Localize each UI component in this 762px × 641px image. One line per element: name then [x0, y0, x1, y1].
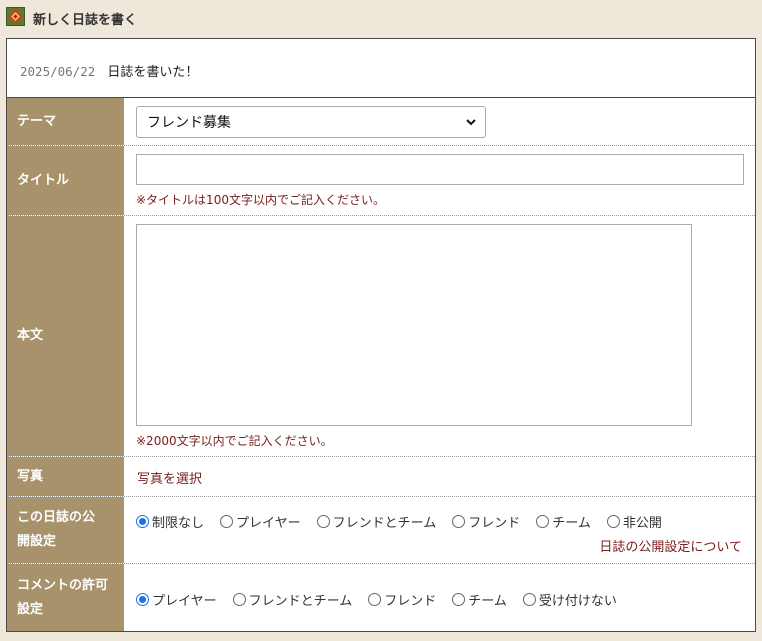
photo-label: 写真: [7, 457, 124, 496]
radio-button[interactable]: [316, 515, 330, 528]
radio-button[interactable]: [522, 593, 536, 606]
visibility-option[interactable]: フレンドとチーム: [316, 512, 436, 531]
radio-button[interactable]: [606, 515, 620, 528]
visibility-label: この日誌の公 開設定: [7, 497, 124, 563]
title-row: タイトル ※タイトルは100文字以内でご記入ください。: [7, 146, 755, 216]
visibility-option[interactable]: 非公開: [606, 512, 662, 531]
theme-select[interactable]: フレンド募集: [136, 106, 486, 138]
chevron-down-icon: [465, 116, 477, 128]
visibility-option[interactable]: プレイヤー: [220, 512, 301, 531]
title-note: ※タイトルは100文字以内でご記入ください。: [136, 193, 385, 207]
select-photo-link[interactable]: 写真を選択: [137, 468, 202, 487]
entry-message: 日誌を書いた！: [107, 65, 199, 80]
visibility-option[interactable]: 制限なし: [136, 512, 204, 531]
comment-radio-group: プレイヤー フレンドとチーム フレンド チーム 受け付けない: [136, 590, 633, 609]
comment-label-line1: コメントの許可: [17, 577, 109, 593]
comment-option[interactable]: フレンド: [368, 590, 436, 609]
theme-label: テーマ: [7, 98, 124, 145]
diamond-emblem-icon: [6, 7, 25, 26]
comment-option[interactable]: フレンドとチーム: [232, 590, 352, 609]
visibility-option[interactable]: フレンド: [452, 512, 520, 531]
body-note: ※2000文字以内でご記入ください。: [136, 434, 333, 448]
title-label: タイトル: [7, 146, 124, 215]
radio-button[interactable]: [536, 515, 550, 528]
photo-row: 写真 写真を選択: [7, 457, 755, 497]
title-input[interactable]: [136, 154, 744, 185]
body-label: 本文: [7, 216, 124, 456]
visibility-label-line2: 開設定: [17, 534, 57, 549]
body-row: 本文 ※2000文字以内でご記入ください。: [7, 216, 755, 457]
visibility-radio-group: 制限なし プレイヤー フレンドとチーム フレンド チーム 非公開: [136, 512, 678, 531]
radio-button[interactable]: [452, 515, 466, 528]
comment-option[interactable]: チーム: [452, 590, 507, 609]
visibility-option[interactable]: チーム: [536, 512, 591, 531]
comment-permission-row: コメントの許可 設定 プレイヤー フレンドとチーム フレンド チーム 受け付けな…: [7, 564, 755, 631]
theme-row: テーマ フレンド募集: [7, 98, 755, 146]
radio-button[interactable]: [136, 593, 149, 606]
entry-date: 2025/06/22: [20, 64, 96, 79]
theme-selected-value: フレンド募集: [147, 115, 231, 131]
radio-button[interactable]: [136, 515, 149, 528]
diary-form-panel: 2025/06/22 日誌を書いた！ テーマ フレンド募集 タイトル ※タイトル…: [6, 38, 756, 632]
page-header: 新しく日誌を書く: [0, 0, 762, 36]
radio-button[interactable]: [452, 593, 466, 606]
visibility-help-link[interactable]: 日誌の公開設定について: [599, 536, 742, 555]
radio-button[interactable]: [220, 515, 234, 528]
page-title: 新しく日誌を書く: [33, 13, 138, 28]
comment-permission-label: コメントの許可 設定: [7, 564, 124, 631]
entry-summary: 2025/06/22 日誌を書いた！: [7, 39, 755, 98]
comment-option[interactable]: 受け付けない: [522, 590, 617, 609]
visibility-label-line1: この日誌の公: [17, 510, 96, 525]
visibility-row: この日誌の公 開設定 制限なし プレイヤー フレンドとチーム フレンド チーム …: [7, 497, 755, 564]
radio-button[interactable]: [368, 593, 382, 606]
radio-button[interactable]: [232, 593, 246, 606]
comment-option[interactable]: プレイヤー: [136, 590, 217, 609]
comment-label-line2: 設定: [17, 601, 44, 617]
body-textarea[interactable]: [136, 224, 692, 426]
